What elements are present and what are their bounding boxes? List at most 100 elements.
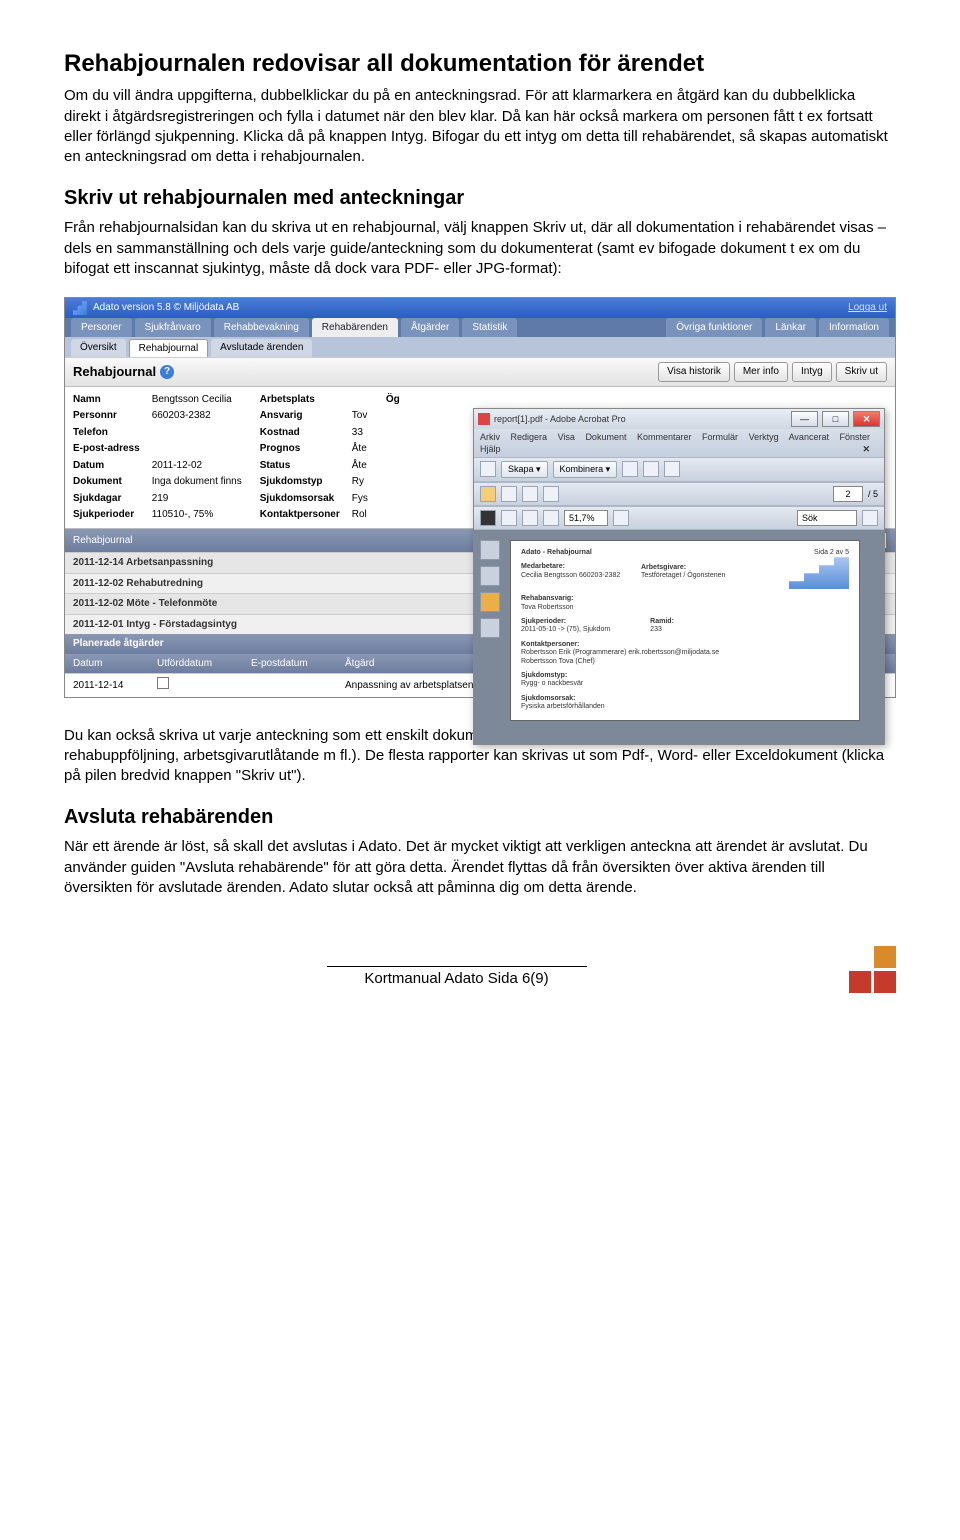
page-footer: Kortmanual Adato Sida 6(9) <box>64 946 896 993</box>
pdf-sjukdomstyp-value: Rygg- o nackbesvär <box>521 680 583 687</box>
attachments-panel-icon[interactable] <box>480 618 500 638</box>
acrobat-title: report[1].pdf - Adobe Acrobat Pro <box>494 413 626 425</box>
print-icon[interactable] <box>480 461 496 477</box>
pdf-title: Adato - Rehabjournal <box>521 549 592 556</box>
checkbox-icon[interactable] <box>157 677 169 689</box>
lbl-kostnad: Kostnad <box>260 426 340 440</box>
chevron-icon[interactable] <box>862 510 878 526</box>
pdf-medarb-label: Medarbetare: <box>521 563 565 570</box>
menu-verktyg[interactable]: Verktyg <box>749 432 779 442</box>
comments-panel-icon[interactable] <box>480 592 500 612</box>
screenshot-adato: Adato version 5.8 © Miljödata AB Logga u… <box>64 297 896 698</box>
footer-logo-icon <box>849 946 896 993</box>
btn-skriv-ut[interactable]: Skriv ut <box>836 362 887 382</box>
window-min-button[interactable]: — <box>791 411 818 427</box>
menu-avancerat[interactable]: Avancerat <box>789 432 829 442</box>
lbl-arbetsplats: Arbetsplats <box>260 393 340 407</box>
pdf-kontakt-value: Robertsson Erik (Programmerare) erik.rob… <box>521 649 719 664</box>
tool-icon[interactable] <box>622 461 638 477</box>
subtab-oversikt[interactable]: Översikt <box>71 339 126 358</box>
val-ansvarig: Tov <box>352 409 368 423</box>
window-close-button[interactable]: ✕ <box>853 411 880 427</box>
window-max-button[interactable]: □ <box>822 411 849 427</box>
subtab-avslutade[interactable]: Avslutade ärenden <box>211 339 312 358</box>
open-icon[interactable] <box>480 486 496 502</box>
zoom-out-icon[interactable] <box>522 510 538 526</box>
btn-intyg[interactable]: Intyg <box>792 362 832 382</box>
pdf-arb-label: Arbetsgivare: <box>641 564 686 571</box>
tab-rehabbevakning[interactable]: Rehabbevakning <box>214 318 309 337</box>
menu-kommentarer[interactable]: Kommentarer <box>637 432 692 442</box>
menu-redigera[interactable]: Redigera <box>511 432 548 442</box>
val-arbetsplats <box>352 393 368 407</box>
search-field[interactable]: Sök <box>797 510 857 526</box>
acrobat-page-view: Adato - Rehabjournal Sida 2 av 5 Medarbe… <box>474 530 884 744</box>
section-close-title: Avsluta rehabärenden <box>64 804 896 831</box>
val-telefon <box>152 426 242 440</box>
tool-icon[interactable] <box>643 461 659 477</box>
logout-link[interactable]: Logga ut <box>848 301 887 315</box>
btn-skapa[interactable]: Skapa ▾ <box>501 461 548 477</box>
menu-hjalp[interactable]: Hjälp <box>480 444 501 454</box>
menu-dokument[interactable]: Dokument <box>585 432 626 442</box>
window-titlebar: Adato version 5.8 © Miljödata AB Logga u… <box>65 298 895 318</box>
pdf-paper: Adato - Rehabjournal Sida 2 av 5 Medarbe… <box>510 540 860 721</box>
tab-sjukfranvaro[interactable]: Sjukfrånvaro <box>135 318 211 337</box>
tab-information[interactable]: Information <box>819 318 889 337</box>
journal-label: Rehabjournal <box>73 534 133 548</box>
acrobat-toolbar-2: 2 / 5 <box>474 482 884 506</box>
page-number-field[interactable]: 2 <box>833 486 863 502</box>
bookmarks-panel-icon[interactable] <box>480 566 500 586</box>
tab-personer[interactable]: Personer <box>71 318 132 337</box>
main-tabs: Personer Sjukfrånvaro Rehabbevakning Reh… <box>65 318 895 337</box>
col-epost: E-postdatum <box>251 657 331 671</box>
menu-formular[interactable]: Formulär <box>702 432 738 442</box>
pdf-medarb-value: Cecilia Bengtsson 660203-2382 <box>521 572 620 579</box>
save-icon[interactable] <box>501 486 517 502</box>
btn-kombinera[interactable]: Kombinera ▾ <box>553 461 618 477</box>
pdf-sjukdomsorsak-label: Sjukdomsorsak: <box>521 695 575 702</box>
help-icon[interactable]: ? <box>160 365 174 379</box>
select-icon[interactable] <box>480 510 496 526</box>
page-total: / 5 <box>868 488 878 500</box>
lbl-telefon: Telefon <box>73 426 140 440</box>
print-icon[interactable] <box>522 486 538 502</box>
mail-icon[interactable] <box>543 486 559 502</box>
doc-close-icon[interactable]: ✕ <box>862 443 870 455</box>
sidebar-icons <box>480 540 500 638</box>
pdf-sjukdomstyp-label: Sjukdomstyp: <box>521 672 567 679</box>
pages-panel-icon[interactable] <box>480 540 500 560</box>
menu-visa[interactable]: Visa <box>558 432 575 442</box>
tab-rehabarenden[interactable]: Rehabärenden <box>312 318 398 337</box>
pdf-sjukper-value: 2011-05-10 -> (75), Sjukdom <box>521 626 610 633</box>
footer-text: Kortmanual Adato Sida 6(9) <box>364 970 548 987</box>
lbl-sjukperioder: Sjukperioder <box>73 508 140 522</box>
pdf-sjukdomsorsak-value: Fysiska arbetsförhållanden <box>521 703 605 710</box>
tab-atgarder[interactable]: Åtgärder <box>401 318 459 337</box>
tool-icon[interactable] <box>613 510 629 526</box>
zoom-in-icon[interactable] <box>543 510 559 526</box>
lbl-og: Ög <box>386 393 400 522</box>
tool-icon[interactable] <box>664 461 680 477</box>
planned-datum: 2011-12-14 <box>73 679 143 693</box>
menu-fonster[interactable]: Fönster <box>839 432 870 442</box>
zoom-field[interactable]: 51,7% <box>564 510 608 526</box>
val-personnr: 660203-2382 <box>152 409 242 423</box>
tab-ovriga[interactable]: Övriga funktioner <box>666 318 762 337</box>
menu-arkiv[interactable]: Arkiv <box>480 432 500 442</box>
tab-lankar[interactable]: Länkar <box>765 318 816 337</box>
hand-icon[interactable] <box>501 510 517 526</box>
tab-statistik[interactable]: Statistik <box>462 318 517 337</box>
btn-visa-historik[interactable]: Visa historik <box>658 362 730 382</box>
subtab-rehabjournal[interactable]: Rehabjournal <box>129 339 209 358</box>
panel-title: Rehabjournal <box>73 363 156 381</box>
lbl-status: Status <box>260 459 340 473</box>
val-sjukdagar: 219 <box>152 492 242 506</box>
app-logo-icon <box>73 301 87 315</box>
pdf-rehab-value: Tova Robertsson <box>521 604 574 611</box>
intro-paragraph: Om du vill ändra uppgifterna, dubbelklic… <box>64 86 896 167</box>
lbl-sjukdagar: Sjukdagar <box>73 492 140 506</box>
pdf-ramid-value: 233 <box>650 626 662 633</box>
btn-mer-info[interactable]: Mer info <box>734 362 788 382</box>
acrobat-titlebar: report[1].pdf - Adobe Acrobat Pro — □ ✕ <box>474 409 884 429</box>
